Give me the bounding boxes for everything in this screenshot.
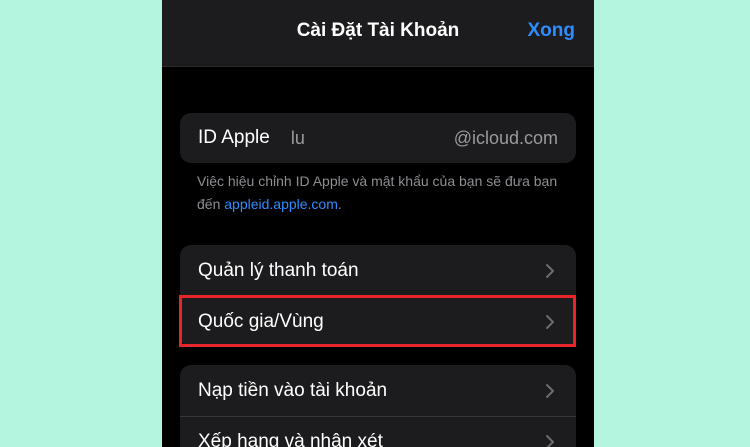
phone-screen: Cài Đặt Tài Khoản Xong ID Apple lu @iclo… bbox=[162, 0, 594, 447]
chevron-right-icon bbox=[546, 263, 554, 278]
apple-id-domain: @icloud.com bbox=[453, 127, 558, 148]
chevron-right-icon bbox=[546, 315, 554, 329]
chevron-right-icon bbox=[546, 383, 554, 398]
footnote-end: . bbox=[337, 196, 342, 212]
manage-payments-label: Quản lý thanh toán bbox=[198, 259, 359, 281]
chevron-right-icon bbox=[546, 435, 554, 447]
appleid-link[interactable]: appleid.apple.com bbox=[224, 196, 338, 212]
country-region-row[interactable]: Quốc gia/Vùng bbox=[180, 296, 576, 347]
payment-region-group: Quản lý thanh toán Quốc gia/Vùng bbox=[180, 245, 576, 347]
ratings-reviews-label: Xếp hạng và nhận xét bbox=[198, 431, 383, 447]
ratings-reviews-row[interactable]: Xếp hạng và nhận xét bbox=[180, 416, 576, 447]
navigation-bar: Cài Đặt Tài Khoản Xong bbox=[162, 0, 594, 67]
apple-id-group: ID Apple lu @icloud.com bbox=[180, 113, 576, 163]
account-actions-group: Nạp tiền vào tài khoản Xếp hạng và nhận … bbox=[180, 365, 576, 447]
apple-id-username: lu bbox=[290, 127, 305, 148]
apple-id-label: ID Apple bbox=[198, 127, 270, 148]
done-button[interactable]: Xong bbox=[528, 20, 576, 42]
country-region-label: Quốc gia/Vùng bbox=[198, 311, 324, 332]
apple-id-footnote: Việc hiệu chỉnh ID Apple và mật khẩu của… bbox=[197, 170, 577, 216]
add-funds-label: Nạp tiền vào tài khoản bbox=[198, 379, 388, 401]
manage-payments-row[interactable]: Quản lý thanh toán bbox=[180, 245, 576, 296]
apple-id-row[interactable]: ID Apple lu @icloud.com bbox=[180, 113, 576, 163]
add-funds-row[interactable]: Nạp tiền vào tài khoản bbox=[180, 365, 576, 416]
